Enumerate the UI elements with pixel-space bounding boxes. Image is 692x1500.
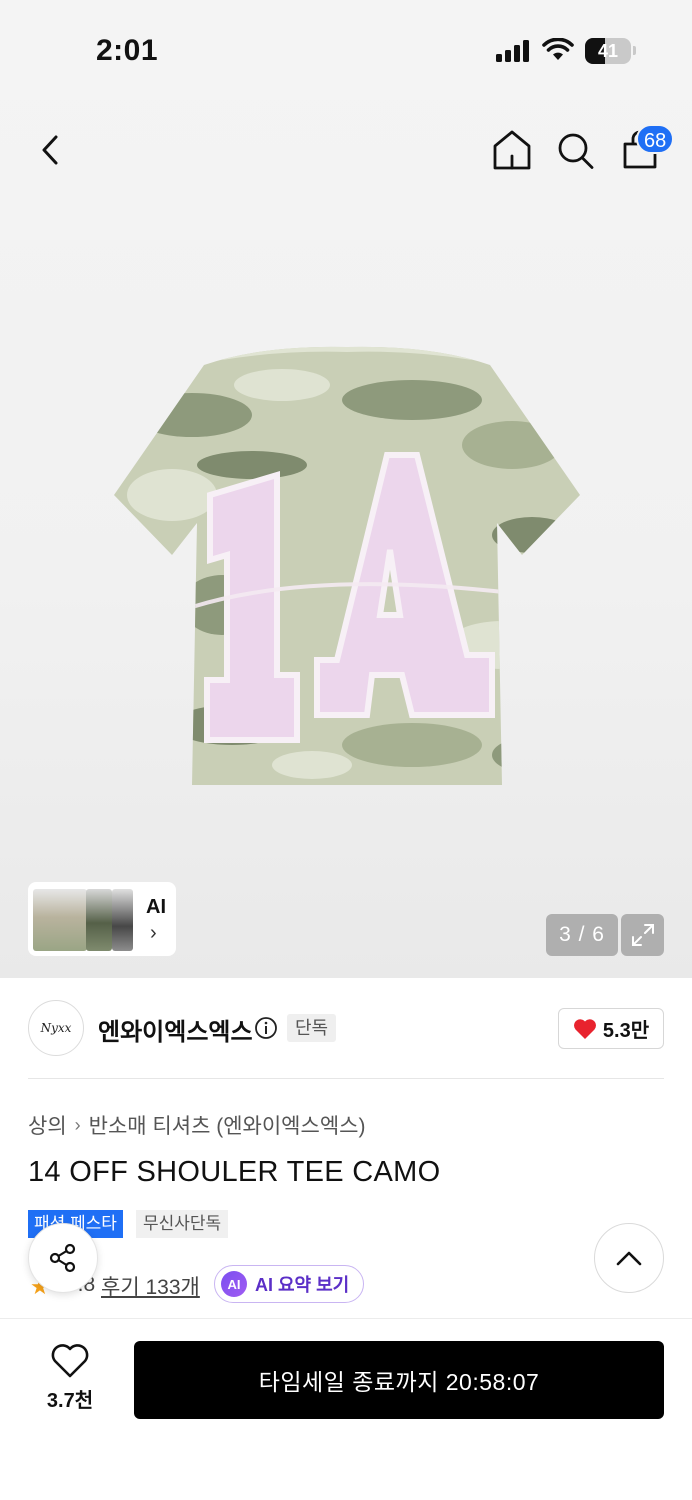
breadcrumb-subcategory[interactable]: 반소매 티셔츠 (엔와이엑스엑스) [89, 1110, 366, 1140]
ai-summary-label: AI 요약 보기 [255, 1275, 350, 1295]
brand-name[interactable]: 엔와이엑스엑스 [98, 1012, 253, 1047]
ai-summary-button[interactable]: AI AI 요약 보기 [214, 1265, 365, 1303]
heart-icon[interactable] [50, 1343, 90, 1379]
wifi-icon [542, 38, 574, 60]
heart-icon [573, 1018, 596, 1039]
search-icon [558, 133, 594, 169]
product-gallery[interactable]: 2:01 41 68 AI › 3 / 6 [0, 0, 692, 978]
product-title: 14 OFF SHOULER TEE CAMO [28, 1156, 441, 1188]
cart-count-badge: 68 [636, 124, 675, 154]
ai-lookbook-card[interactable]: AI › [28, 882, 176, 956]
chevron-right-icon: › [74, 1114, 81, 1135]
expand-icon [631, 924, 654, 946]
status-bar: 2:01 41 [0, 0, 692, 100]
image-counter: 3 / 6 [546, 914, 618, 956]
breadcrumb: 상의 › 반소매 티셔츠 (엔와이엑스엑스) [28, 1110, 365, 1140]
cta-label: 타임세일 종료까지 20:58:07 [258, 1369, 540, 1395]
battery-icon: 41 [585, 38, 631, 64]
search-button[interactable] [553, 126, 597, 174]
ai-label: AI [146, 896, 166, 918]
bottom-bar-divider [0, 1318, 692, 1319]
brand-logo[interactable]: Nyxx [28, 1000, 84, 1056]
exclusive-tag: 무신사단독 [136, 1210, 229, 1238]
home-button[interactable] [490, 126, 534, 174]
brand-like-button[interactable]: 5.3만 [558, 1008, 664, 1049]
signal-icon [496, 40, 529, 62]
share-icon [49, 1243, 76, 1273]
wish-count: 3.7천 [46, 1390, 94, 1412]
thumbnail-image [112, 889, 133, 951]
ai-badge-icon: AI [221, 1271, 247, 1297]
thumbnail-image [86, 889, 112, 951]
status-time: 2:01 [96, 34, 159, 67]
scroll-top-button[interactable] [594, 1223, 664, 1293]
expand-button[interactable] [621, 914, 664, 956]
thumbnail-image [33, 889, 87, 951]
chevron-up-icon [616, 1251, 642, 1266]
divider [28, 1078, 664, 1079]
back-icon [42, 135, 58, 165]
back-button[interactable] [28, 128, 72, 172]
product-image[interactable] [112, 345, 582, 790]
breadcrumb-category[interactable]: 상의 [28, 1110, 67, 1140]
review-link[interactable]: 후기 133개 [101, 1271, 200, 1301]
time-sale-buy-button[interactable]: 타임세일 종료까지 20:58:07 [134, 1341, 664, 1419]
home-icon [493, 130, 531, 170]
brand-like-count: 5.3만 [602, 1020, 650, 1042]
info-icon[interactable] [254, 1016, 278, 1040]
exclusive-badge: 단독 [287, 1014, 337, 1042]
chevron-right-icon: › [150, 922, 157, 944]
share-button[interactable] [28, 1223, 98, 1293]
